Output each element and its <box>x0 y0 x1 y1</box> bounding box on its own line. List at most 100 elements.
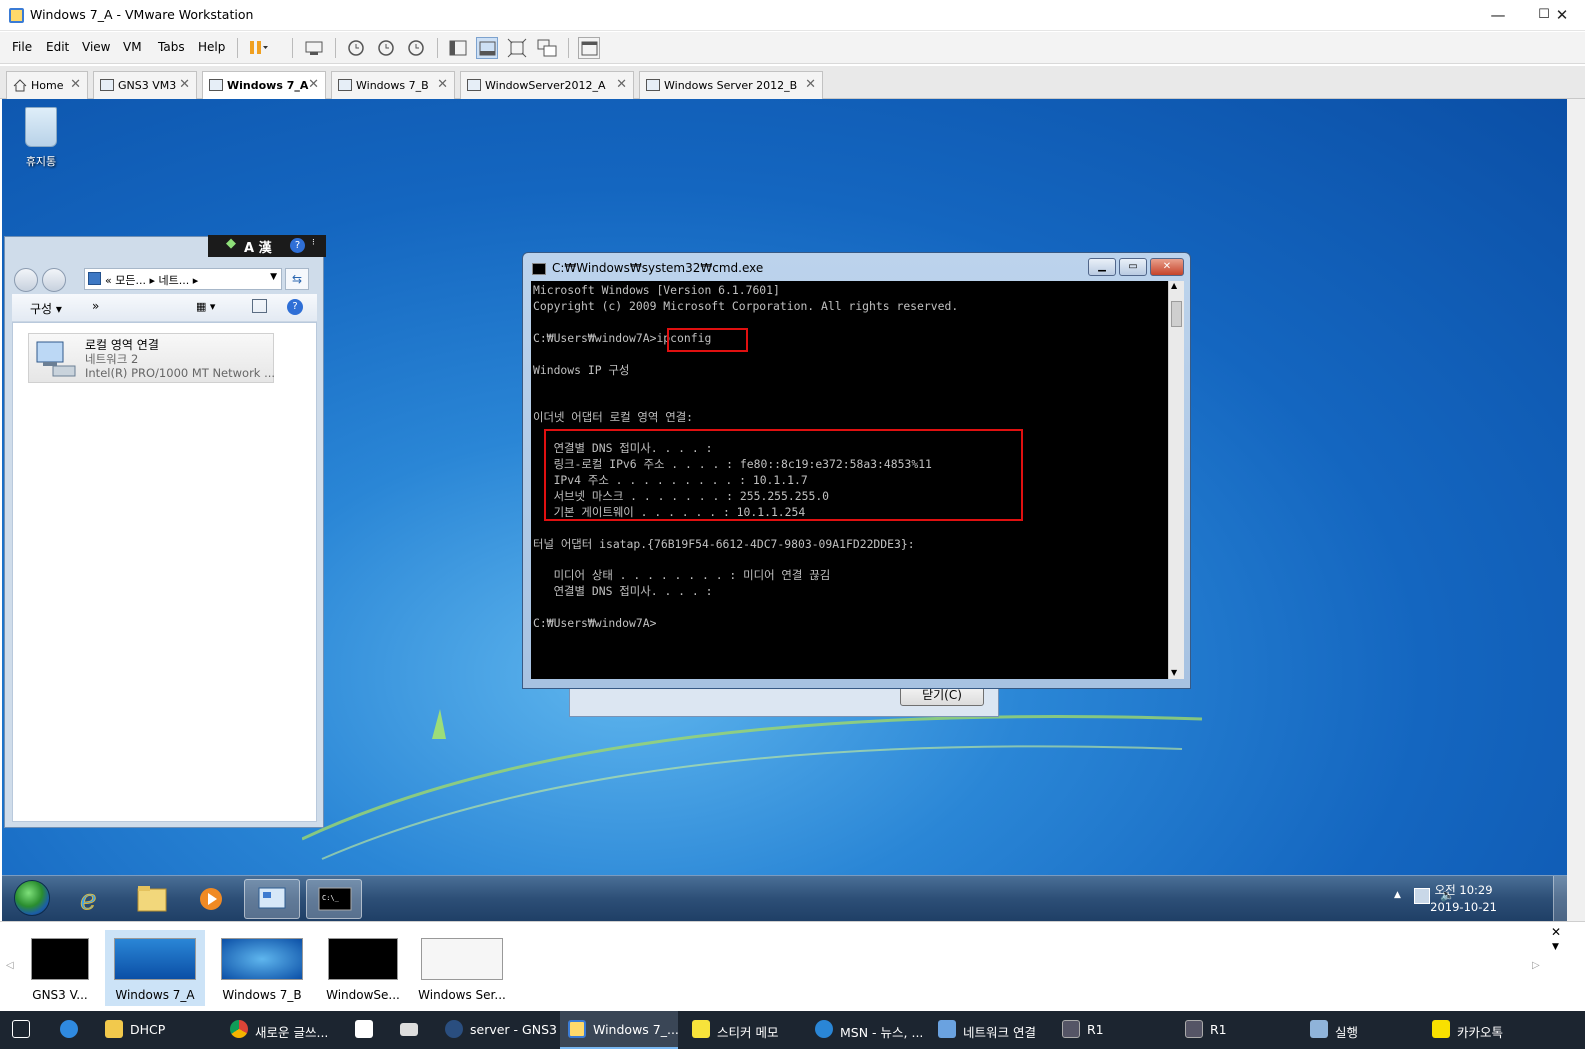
local-area-connection-item[interactable]: 로컬 영역 연결 네트워크 2 Intel(R) PRO/1000 MT Net… <box>28 333 276 383</box>
chevron-down-icon[interactable]: ▼ <box>1552 942 1559 952</box>
taskbar-network-connections[interactable]: 네트워크 연결 <box>938 1011 1048 1049</box>
explorer-taskbar-button[interactable] <box>124 879 180 919</box>
guest-taskbar: e C:\_ ▲ 🔈 오전 10:29 2019-10-21 <box>2 875 1567 921</box>
start-orb-icon[interactable] <box>14 880 50 916</box>
menu-help[interactable]: Help <box>198 40 225 54</box>
scroll-right-icon[interactable]: ▷ <box>1532 960 1540 971</box>
thumbnail-windowserver2012-a[interactable]: WindowSe... <box>313 930 413 1006</box>
close-icon[interactable]: ✕ <box>70 77 81 92</box>
tab-home[interactable]: Home ✕ <box>6 71 88 99</box>
recycle-bin-label: 휴지통 <box>25 155 57 168</box>
breadcrumb[interactable]: « 모든... ▸ 네트... ▸ <box>105 272 198 288</box>
cmd-close-button[interactable]: ✕ <box>1150 258 1184 276</box>
taskbar-gns3[interactable]: server - GNS3 <box>445 1011 557 1049</box>
ime-mode[interactable]: A 漢 <box>244 237 272 256</box>
menu-tabs[interactable]: Tabs <box>158 40 185 54</box>
network-status-icon[interactable] <box>1414 888 1430 904</box>
snapshot-icon[interactable] <box>345 37 367 59</box>
minimize-button[interactable]: — <box>1475 0 1521 31</box>
menu-file[interactable]: File <box>12 40 32 54</box>
taskbar-label: 네트워크 연결 <box>963 1025 1036 1040</box>
send-ctrl-alt-del-icon[interactable] <box>303 37 325 59</box>
fullscreen-icon[interactable] <box>506 37 528 59</box>
vm-scrollbar[interactable] <box>1567 99 1585 921</box>
forward-button[interactable] <box>42 268 66 292</box>
taskbar-store[interactable] <box>355 1011 385 1049</box>
thumbnail-windows-7-b[interactable]: Windows 7_B <box>212 930 312 1006</box>
show-hidden-icons[interactable]: ▲ <box>1394 890 1401 900</box>
address-bar[interactable]: « 모든... ▸ 네트... ▸ ▼ <box>84 268 282 290</box>
cmd-window[interactable]: C:₩Windows₩system32₩cmd.exe ▁ ▭ ✕ Micros… <box>522 252 1191 689</box>
pause-icon[interactable] <box>246 37 268 59</box>
tab-windowserver2012-a[interactable]: WindowServer2012_A ✕ <box>460 71 634 99</box>
task-view-button[interactable] <box>12 1011 42 1049</box>
help-icon[interactable]: ? <box>290 238 305 253</box>
taskbar-run[interactable]: 실행 <box>1310 1011 1420 1049</box>
close-icon[interactable]: ✕ <box>179 77 190 92</box>
tab-windows-7-b[interactable]: Windows 7_B ✕ <box>331 71 455 99</box>
tab-gns3-vm3[interactable]: GNS3 VM3 ✕ <box>93 71 197 99</box>
vm-display[interactable]: 휴지통 ◆ A 漢 ? ⁝ « 모든... ▸ 네트... ▸ ▼ ⇆ 구성 ▾… <box>2 99 1567 921</box>
revert-snapshot-icon[interactable] <box>375 37 397 59</box>
refresh-icon[interactable]: ⇆ <box>285 268 309 290</box>
taskbar-kakaotalk[interactable]: 카카오톡 <box>1432 1011 1552 1049</box>
network-taskbar-button[interactable] <box>244 879 300 919</box>
menu-vm[interactable]: VM <box>123 40 142 54</box>
close-icon[interactable]: ✕ <box>308 77 319 92</box>
taskbar-r1[interactable]: R1 <box>1062 1011 1172 1049</box>
taskbar-r1-second[interactable]: R1 <box>1185 1011 1295 1049</box>
preview-pane-icon[interactable] <box>252 299 267 313</box>
chevron-down-icon[interactable]: ▼ <box>270 272 277 282</box>
recycle-bin[interactable]: 휴지통 <box>20 107 62 169</box>
cmd-minimize-button[interactable]: ▁ <box>1088 258 1116 276</box>
thumbnail-windows-7-a[interactable]: Windows 7_A <box>105 930 205 1006</box>
taskbar-chrome[interactable]: 새로운 글쓰... <box>230 1011 340 1049</box>
help-icon[interactable]: ? <box>287 299 303 315</box>
cmd-taskbar-button[interactable]: C:\_ <box>306 879 362 919</box>
show-desktop-button[interactable] <box>1553 876 1567 921</box>
sidebar-toggle-icon[interactable] <box>447 37 469 59</box>
snapshot-manager-icon[interactable] <box>405 37 427 59</box>
menu-edit[interactable]: Edit <box>46 40 69 54</box>
organize-button[interactable]: 구성 ▾ <box>30 300 62 317</box>
thumbnail-windows-server-2012-b[interactable]: Windows Ser... <box>412 930 512 1006</box>
scroll-up-icon[interactable]: ▲ <box>1171 281 1177 290</box>
menu-view[interactable]: View <box>82 40 110 54</box>
close-button[interactable]: ✕ <box>1539 0 1585 31</box>
stretch-guest-icon[interactable] <box>578 37 600 59</box>
unity-icon[interactable] <box>536 37 558 59</box>
cmd-icon: C:\_ <box>318 887 352 911</box>
item-adapter: Intel(R) PRO/1000 MT Network ... <box>85 366 276 380</box>
tab-windows-server-2012-b[interactable]: Windows Server 2012_B ✕ <box>639 71 823 99</box>
taskbar-label: R1 <box>1210 1022 1227 1037</box>
guest-clock[interactable]: 오전 10:29 2019-10-21 <box>1430 882 1497 916</box>
console-view-icon[interactable] <box>476 37 498 59</box>
thumbnail-gns3-vm[interactable]: GNS3 V... <box>10 930 110 1006</box>
taskbar-mail[interactable] <box>400 1011 430 1049</box>
close-thumbnail-bar-icon[interactable]: ✕ <box>1551 925 1561 939</box>
close-icon[interactable]: ✕ <box>805 77 816 92</box>
close-icon[interactable]: ✕ <box>437 77 448 92</box>
scroll-down-icon[interactable]: ▼ <box>1171 668 1177 677</box>
scroll-thumb[interactable] <box>1171 301 1182 327</box>
edge-button[interactable] <box>60 1011 90 1049</box>
tab-windows-7-a[interactable]: Windows 7_A ✕ <box>202 71 326 100</box>
media-player-taskbar-button[interactable] <box>184 879 240 919</box>
taskbar-sticky-notes[interactable]: 스티커 메모 <box>692 1011 802 1049</box>
back-button[interactable] <box>14 268 38 292</box>
shield-icon: ◆ <box>226 236 236 251</box>
cmd-icon <box>532 263 546 275</box>
cmd-maximize-button[interactable]: ▭ <box>1119 258 1147 276</box>
ie-taskbar-button[interactable]: e <box>64 879 120 919</box>
taskbar-msn[interactable]: MSN - 뉴스, ... <box>815 1011 925 1049</box>
taskbar-vmware[interactable]: Windows 7_... <box>560 1011 679 1049</box>
console-output[interactable]: Microsoft Windows [Version 6.1.7601] Cop… <box>531 281 1168 679</box>
network-connections-window[interactable]: ◆ A 漢 ? ⁝ « 모든... ▸ 네트... ▸ ▼ ⇆ 구성 ▾ » ▦… <box>4 235 326 828</box>
console-scrollbar[interactable]: ▲ ▼ <box>1168 281 1184 679</box>
view-options-icon[interactable]: ▦ ▾ <box>196 300 215 313</box>
close-icon[interactable]: ✕ <box>616 77 627 92</box>
taskbar-dhcp[interactable]: DHCP <box>105 1011 215 1049</box>
more-commands-button[interactable]: » <box>92 299 99 313</box>
options-icon[interactable]: ⁝ <box>312 238 315 248</box>
ime-toolbar[interactable]: ◆ A 漢 ? ⁝ <box>208 235 326 257</box>
